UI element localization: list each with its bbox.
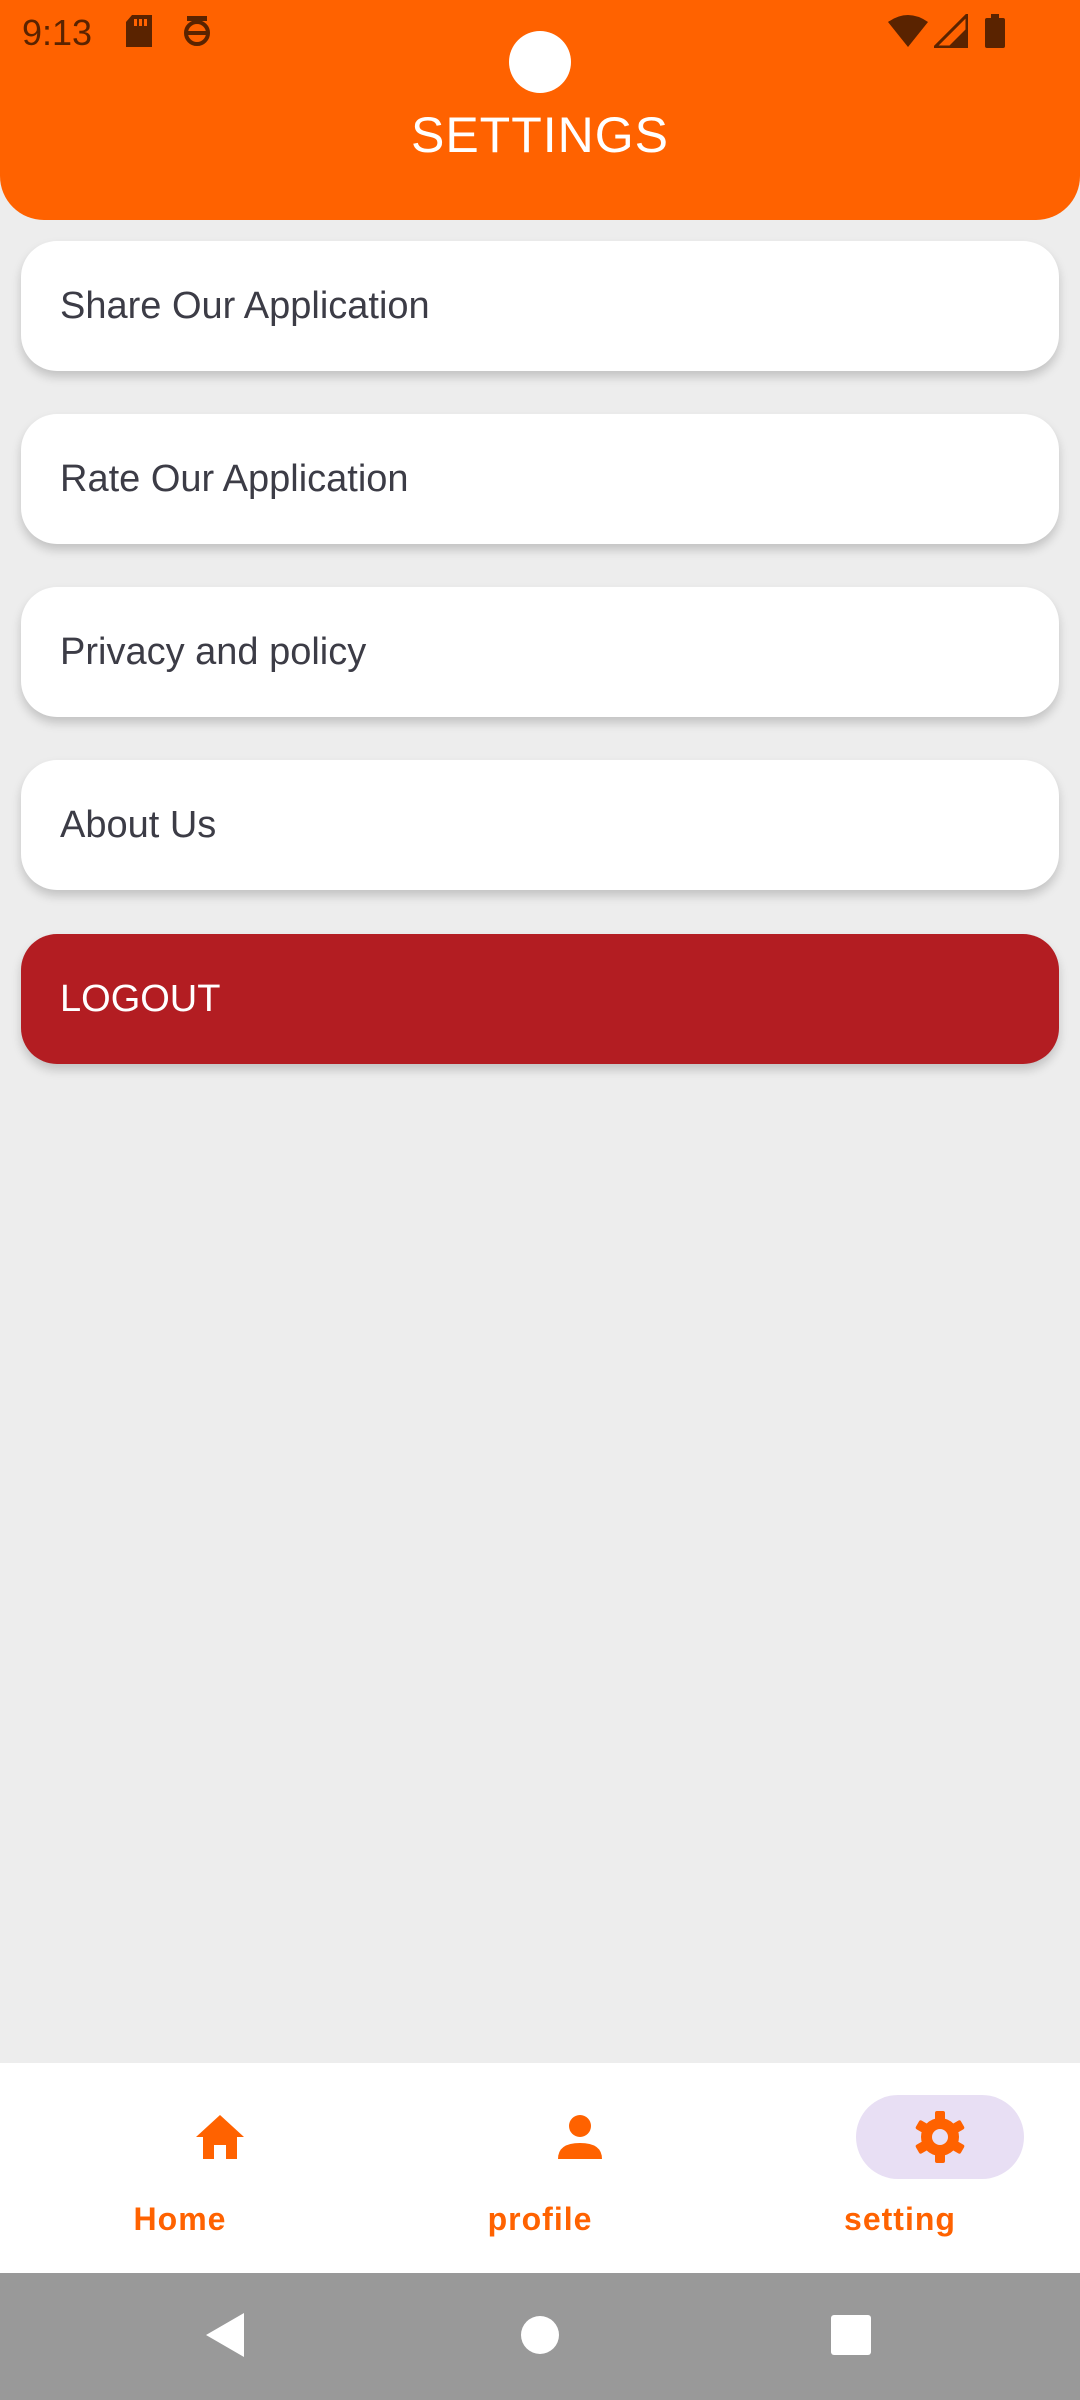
nav-item-profile[interactable]: profile [360,2063,720,2273]
page-title: SETTINGS [410,107,670,163]
logout-label: LOGOUT [60,977,221,1020]
person-icon [496,2095,664,2179]
about-us-button[interactable]: About Us [21,760,1059,890]
sd-card-icon [124,14,154,53]
nav-item-home[interactable]: Home [0,2063,360,2273]
menu-item-label: About Us [60,803,217,846]
sync-icon [182,14,212,53]
app-header: 9:13 SETTINGS [0,0,1080,220]
bottom-navigation: Home profile setting [0,2063,1080,2273]
battery-icon [984,14,1006,53]
status-time: 9:13 [22,12,93,53]
logout-button[interactable]: LOGOUT [21,934,1059,1064]
share-app-button[interactable]: Share Our Application [21,241,1059,371]
nav-item-setting[interactable]: setting [720,2063,1080,2273]
nav-label-profile: profile [487,2201,593,2237]
system-navigation-bar [0,2273,1080,2400]
signal-icon [931,11,969,53]
nav-indicator [496,2095,664,2179]
menu-item-label: Rate Our Application [60,457,409,500]
wifi-icon [887,14,929,53]
camera-cutout [509,31,571,93]
privacy-policy-button[interactable]: Privacy and policy [21,587,1059,717]
back-icon[interactable] [204,2311,246,2364]
home-icon [136,2095,304,2179]
home-circle-icon[interactable] [520,2311,560,2364]
menu-item-label: Privacy and policy [60,630,367,673]
nav-label-home: Home [133,2201,227,2237]
nav-indicator-active [856,2095,1024,2179]
nav-indicator [136,2095,304,2179]
recents-icon[interactable] [830,2311,872,2364]
menu-item-label: Share Our Application [60,284,430,327]
nav-label-setting: setting [844,2201,956,2237]
gear-icon [856,2095,1024,2179]
rate-app-button[interactable]: Rate Our Application [21,414,1059,544]
